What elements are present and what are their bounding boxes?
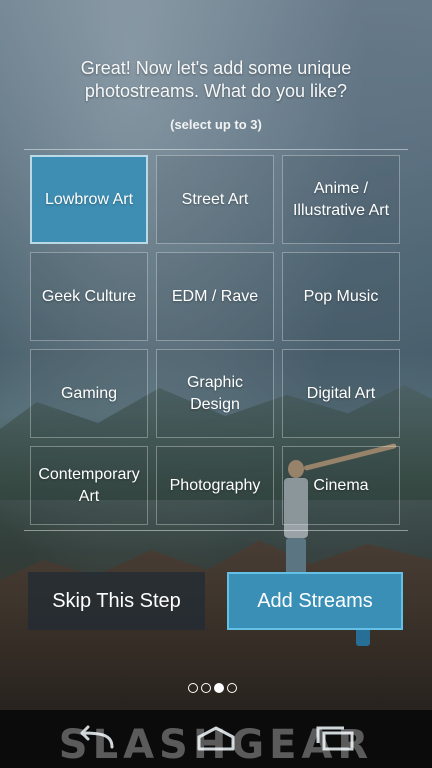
category-tile[interactable]: Digital Art bbox=[282, 349, 400, 438]
category-tile[interactable]: Gaming bbox=[30, 349, 148, 438]
page-dot bbox=[188, 683, 198, 693]
category-tile[interactable]: EDM / Rave bbox=[156, 252, 274, 341]
skip-step-button[interactable]: Skip This Step bbox=[28, 572, 205, 630]
category-grid: Lowbrow Art Street Art Anime / Illustrat… bbox=[30, 155, 400, 525]
category-tile[interactable]: Graphic Design bbox=[156, 349, 274, 438]
top-divider bbox=[24, 149, 408, 150]
category-tile[interactable]: Anime / Illustrative Art bbox=[282, 155, 400, 244]
selection-hint: (select up to 3) bbox=[170, 117, 262, 132]
prompt-line-1: Great! Now let's add some unique bbox=[80, 58, 352, 78]
slashgear-watermark: SLASHGEAR bbox=[58, 722, 374, 768]
category-tile[interactable]: Geek Culture bbox=[30, 252, 148, 341]
category-tile[interactable]: Street Art bbox=[156, 155, 274, 244]
category-tile[interactable]: Cinema bbox=[282, 446, 400, 525]
category-tile[interactable]: Photography bbox=[156, 446, 274, 525]
page-dot bbox=[227, 683, 237, 693]
prompt-line-2: photostreams. What do you like? bbox=[84, 81, 348, 101]
add-streams-button[interactable]: Add Streams bbox=[227, 572, 403, 630]
page-indicator bbox=[188, 683, 237, 693]
bottom-divider bbox=[24, 530, 408, 531]
category-tile[interactable]: Contemporary Art bbox=[30, 446, 148, 525]
page-dot bbox=[201, 683, 211, 693]
category-tile[interactable]: Pop Music bbox=[282, 252, 400, 341]
page-dot bbox=[214, 683, 224, 693]
category-tile[interactable]: Lowbrow Art bbox=[30, 155, 148, 244]
prompt-heading: Great! Now let's add some unique photost… bbox=[0, 57, 432, 103]
